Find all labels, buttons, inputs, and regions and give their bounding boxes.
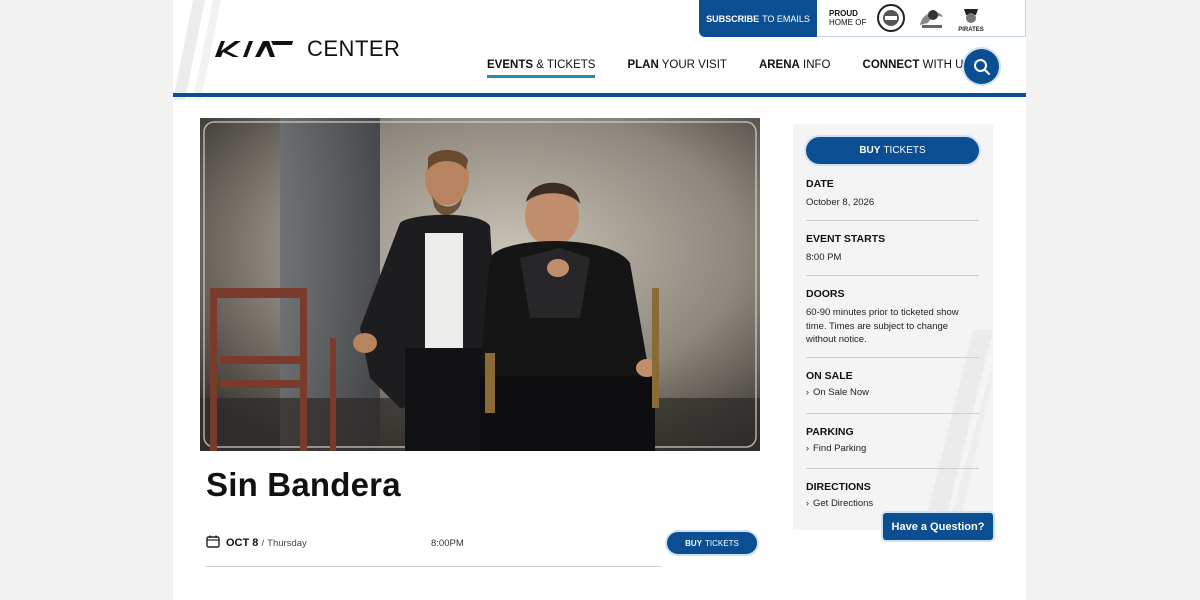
info-divider — [806, 220, 979, 221]
event-hero-image — [200, 118, 760, 451]
buy-big-bold: BUY — [859, 145, 881, 156]
event-info-sidebar: BUY TICKETS DATE October 8, 2026 EVENT S… — [793, 124, 993, 530]
kia-center-logo[interactable]: CENTER — [213, 36, 400, 62]
nav-arena-info[interactable]: ARENA INFO — [759, 59, 831, 78]
subscribe-button[interactable]: SUBSCRIBE TO EMAILS — [699, 0, 817, 37]
onsale-link[interactable]: › On Sale Now — [806, 387, 979, 398]
chevron-right-icon: › — [806, 387, 809, 397]
pirates-label: PIRATES — [959, 27, 985, 33]
directions-label: DIRECTIONS — [806, 481, 871, 493]
event-date-short: OCT 8 — [226, 537, 259, 549]
nav-plan-rest: YOUR VISIT — [661, 59, 727, 71]
onsale-label: ON SALE — [806, 370, 853, 382]
directions-link[interactable]: › Get Directions — [806, 498, 979, 509]
top-utility-bar: SUBSCRIBE TO EMAILS PROUD HOME OF PIRATE… — [699, 0, 1026, 37]
info-divider — [806, 468, 979, 469]
team-logo-2[interactable] — [916, 3, 946, 33]
info-directions: DIRECTIONS › Get Directions — [806, 481, 979, 509]
event-title: Sin Bandera — [206, 466, 401, 503]
event-date: OCT 8 / Thursday — [226, 537, 307, 549]
subscribe-rest: TO EMAILS — [762, 13, 810, 24]
event-time: 8:00PM — [431, 538, 464, 549]
info-divider — [806, 357, 979, 358]
nav-plan-bold: PLAN — [627, 59, 659, 71]
nav-plan-your-visit[interactable]: PLAN YOUR VISIT — [627, 59, 727, 78]
nav-events-bold: EVENTS — [487, 59, 534, 71]
nav-events-rest: & TICKETS — [536, 59, 596, 71]
nav-connect-bold: CONNECT — [862, 59, 920, 71]
nav-arena-bold: ARENA — [758, 59, 800, 71]
info-divider — [806, 413, 979, 414]
date-value: October 8, 2026 — [806, 197, 875, 208]
header-divider — [173, 93, 1026, 97]
logo-center-text: CENTER — [307, 36, 401, 61]
event-day: Thursday — [267, 538, 307, 549]
info-on-sale: ON SALE › On Sale Now — [806, 370, 979, 398]
info-date: DATE October 8, 2026 — [806, 178, 979, 210]
onsale-link-text: On Sale Now — [813, 387, 869, 398]
buy-small-rest: TICKETS — [705, 538, 739, 548]
proud-text: PROUD HOME OF — [829, 9, 866, 27]
date-label: DATE — [806, 178, 834, 190]
doors-value: 60-90 minutes prior to ticketed show tim… — [806, 307, 959, 345]
buy-big-rest: TICKETS — [883, 145, 926, 156]
pirates-logo[interactable]: PIRATES — [956, 3, 986, 33]
doors-label: DOORS — [806, 288, 845, 300]
nav-connect-with-us[interactable]: CONNECT WITH US — [863, 59, 972, 78]
info-parking: PARKING › Find Parking — [806, 426, 979, 454]
subscribe-bold: SUBSCRIBE — [706, 13, 760, 24]
directions-link-text: Get Directions — [813, 498, 874, 509]
event-date-row: OCT 8 / Thursday 8:00PM — [206, 532, 661, 567]
info-doors: DOORS 60-90 minutes prior to ticketed sh… — [806, 288, 979, 347]
kia-logo-icon — [215, 41, 293, 57]
main-nav: EVENTS & TICKETS PLAN YOUR VISIT ARENA I… — [487, 59, 971, 78]
parking-link-text: Find Parking — [813, 443, 867, 454]
chevron-right-icon: › — [806, 498, 809, 508]
calendar-icon — [206, 535, 220, 548]
chevron-right-icon: › — [806, 443, 809, 453]
starts-label: EVENT STARTS — [806, 233, 886, 245]
proud-rest: HOME OF — [829, 18, 867, 27]
nav-arena-rest: INFO — [803, 59, 831, 71]
parking-link[interactable]: › Find Parking — [806, 443, 979, 454]
proud-home-of: PROUD HOME OF PIRATES — [817, 0, 1026, 37]
parking-label: PARKING — [806, 426, 854, 438]
have-a-question-button[interactable]: Have a Question? — [883, 513, 993, 540]
starts-value: 8:00 PM — [806, 252, 842, 263]
team-logo-1[interactable] — [876, 3, 906, 33]
nav-events-tickets[interactable]: EVENTS & TICKETS — [487, 59, 596, 78]
buy-small-bold: BUY — [685, 538, 703, 548]
buy-tickets-button[interactable]: BUY TICKETS — [806, 137, 979, 164]
proud-bold: PROUD — [829, 9, 858, 18]
info-divider — [806, 275, 979, 276]
page: CENTER SUBSCRIBE TO EMAILS PROUD HOME OF — [173, 0, 1026, 600]
buy-tickets-button-inline[interactable]: BUY TICKETS — [667, 532, 757, 554]
date-separator: / — [261, 538, 265, 549]
search-icon — [973, 58, 990, 75]
info-event-starts: EVENT STARTS 8:00 PM — [806, 233, 979, 265]
search-button[interactable] — [964, 49, 999, 84]
